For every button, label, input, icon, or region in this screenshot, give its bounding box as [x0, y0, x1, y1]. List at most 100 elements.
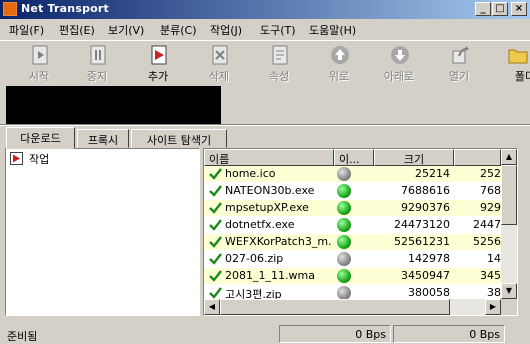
open-label: 열기 — [448, 70, 470, 83]
file-size: 142978 — [408, 252, 450, 265]
menu-file[interactable]: 파일(F) — [9, 22, 44, 38]
add-label: 추가 — [147, 70, 169, 83]
move-up-button[interactable]: 위로 — [318, 43, 360, 83]
check-icon — [209, 270, 222, 282]
table-row[interactable]: NATEON30b.exe 7688616 768 — [204, 183, 501, 199]
file-size-extra: 14 — [487, 252, 501, 265]
arrow-up-icon — [331, 46, 349, 64]
toolbar-divider — [0, 124, 530, 126]
add-icon — [151, 45, 167, 65]
add-button[interactable]: 추가 — [137, 43, 179, 83]
menu-help[interactable]: 도움말(H) — [309, 22, 356, 38]
close-button[interactable]: × — [511, 2, 527, 16]
table-row[interactable]: mpsetupXP.exe 9290376 929 — [204, 200, 501, 216]
start-label: 시작 — [28, 70, 50, 83]
app-icon — [3, 2, 17, 16]
upload-speed: 0 Bps — [393, 325, 505, 343]
check-icon — [209, 185, 222, 197]
app-window: Net Transport _ □ × 파일(F) 편집(E) 보기(V) 분류… — [0, 0, 530, 344]
scroll-corner — [501, 299, 517, 315]
file-name: dotnetfx.exe — [225, 218, 295, 231]
menu-bar: 파일(F) 편집(E) 보기(V) 분류(C) 작업(J) 도구(T) 도움말(… — [0, 19, 530, 39]
table-row[interactable]: dotnetfx.exe 24473120 2447 — [204, 217, 501, 233]
move-up-label: 위로 — [328, 70, 350, 83]
menu-view[interactable]: 보기(V) — [108, 22, 144, 38]
download-speed: 0 Bps — [279, 325, 391, 343]
tab-proxy[interactable]: 프록시 — [77, 129, 129, 148]
check-icon — [209, 253, 222, 265]
status-icon — [337, 286, 351, 300]
file-size: 25214 — [415, 167, 450, 180]
check-icon — [209, 219, 222, 231]
tab-download[interactable]: 다운로드 — [6, 127, 75, 149]
file-size: 9290376 — [401, 201, 450, 214]
job-icon — [10, 152, 23, 165]
file-size: 3450947 — [401, 269, 450, 282]
move-down-label: 아래로 — [383, 70, 415, 83]
file-size-extra: 252 — [480, 167, 501, 180]
scroll-down-button[interactable]: ▼ — [501, 283, 517, 299]
horizontal-scrollbar[interactable]: ◀ ▶ — [204, 299, 501, 315]
status-icon — [337, 218, 351, 232]
folder-label: 폴더 — [514, 70, 530, 83]
column-name[interactable]: 이름 — [204, 149, 334, 166]
properties-label: 속성 — [268, 70, 290, 83]
vertical-scroll-thumb[interactable] — [501, 165, 517, 225]
delete-button[interactable]: 삭제 — [198, 43, 240, 83]
file-name: WEFXKorPatch3_m... — [225, 235, 332, 248]
menu-job[interactable]: 작업(J) — [210, 22, 242, 38]
table-row[interactable]: home.ico 25214 252 — [204, 166, 501, 182]
open-icon — [452, 46, 469, 64]
properties-icon — [272, 45, 288, 65]
download-list: 이름 이... 크기 home.ico 25214 252 NATEON30b.exe… — [203, 148, 518, 316]
status-icon — [337, 184, 351, 198]
status-icon — [337, 235, 351, 249]
file-size-extra: 2447 — [473, 218, 501, 231]
folder-icon — [508, 49, 528, 64]
table-row[interactable]: WEFXKorPatch3_m... 52561231 5256 — [204, 234, 501, 250]
file-size: 380058 — [408, 286, 450, 299]
move-down-button[interactable]: 아래로 — [378, 43, 420, 83]
delete-label: 삭제 — [208, 70, 230, 83]
scroll-up-button[interactable]: ▲ — [501, 149, 517, 165]
tree-item-label: 작업 — [29, 153, 50, 166]
toolbar: 시작 중지 추가 삭제 속성 위로 아래로 열기 폴 — [0, 40, 530, 84]
file-size: 24473120 — [394, 218, 450, 231]
window-title: Net Transport — [21, 2, 109, 15]
menu-category[interactable]: 분류(C) — [160, 22, 197, 38]
status-icon — [337, 167, 351, 181]
folder-button[interactable]: 폴더 — [498, 43, 530, 83]
stop-button[interactable]: 중지 — [76, 43, 118, 83]
column-size[interactable]: 크기 — [374, 149, 454, 166]
file-size-extra: 38 — [487, 286, 501, 299]
tab-site-explorer[interactable]: 사이트 탐색기 — [131, 129, 227, 148]
scroll-left-button[interactable]: ◀ — [204, 299, 220, 315]
column-status[interactable]: 이... — [334, 149, 374, 166]
title-bar[interactable]: Net Transport _ □ × — [0, 0, 530, 19]
minimize-button[interactable]: _ — [475, 2, 491, 16]
maximize-button[interactable]: □ — [492, 2, 508, 16]
category-tree[interactable]: 작업 — [5, 148, 200, 316]
file-name: home.ico — [225, 167, 276, 180]
column-extra[interactable] — [454, 149, 501, 166]
file-name: NATEON30b.exe — [225, 184, 315, 197]
delete-icon — [212, 45, 228, 65]
vertical-scrollbar[interactable]: ▲ ▼ — [501, 149, 517, 299]
menu-edit[interactable]: 편집(E) — [59, 22, 95, 38]
speed-graph — [6, 86, 221, 124]
horizontal-scroll-thumb[interactable] — [220, 299, 450, 315]
check-icon — [209, 287, 222, 299]
scroll-right-button[interactable]: ▶ — [485, 299, 501, 315]
menu-tools[interactable]: 도구(T) — [260, 22, 296, 38]
properties-button[interactable]: 속성 — [258, 43, 300, 83]
check-icon — [209, 168, 222, 180]
check-icon — [209, 202, 222, 214]
file-size-extra: 929 — [480, 201, 501, 214]
table-row[interactable]: 2081_1_11.wma 3450947 345 — [204, 268, 501, 284]
file-name: mpsetupXP.exe — [225, 201, 309, 214]
arrow-down-icon — [391, 46, 409, 64]
table-row[interactable]: 027-06.zip 142978 14 — [204, 251, 501, 267]
start-button[interactable]: 시작 — [18, 43, 60, 83]
open-button[interactable]: 열기 — [438, 43, 480, 83]
check-icon — [209, 236, 222, 248]
